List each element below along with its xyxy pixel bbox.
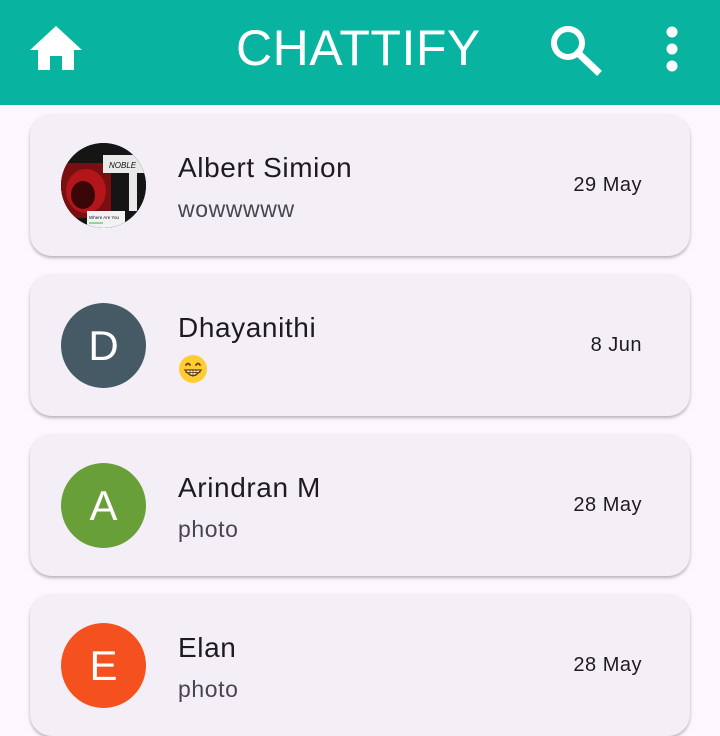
message-date: 28 May	[573, 494, 642, 516]
contact-name: Arindran M	[178, 472, 321, 503]
avatar-initial: E	[89, 641, 118, 689]
home-icon	[30, 26, 82, 70]
grinning-emoji-icon	[179, 355, 207, 383]
last-message: wowwwww	[178, 196, 295, 222]
avatar: D	[61, 303, 146, 388]
home-button[interactable]	[28, 22, 84, 74]
avatar-photo-text: NOBLE	[109, 161, 137, 170]
last-message: photo	[178, 516, 239, 542]
chat-list: NOBLE Where Are You Albert Simion wowwww…	[0, 105, 720, 736]
chat-item[interactable]: NOBLE Where Are You Albert Simion wowwww…	[30, 114, 690, 256]
chat-item[interactable]: E Elan photo 28 May	[30, 594, 690, 736]
chat-item[interactable]: D Dhayanithi 8 Jun	[30, 274, 690, 416]
avatar: A	[61, 463, 146, 548]
message-date: 8 Jun	[590, 334, 642, 356]
message-date: 29 May	[573, 174, 642, 196]
avatar: NOBLE Where Are You	[61, 143, 146, 228]
more-vert-icon	[666, 26, 678, 72]
contact-name: Albert Simion	[178, 152, 353, 183]
avatar-photo-caption: Where Are You	[89, 215, 120, 220]
search-icon	[551, 26, 602, 76]
message-date: 28 May	[573, 654, 642, 676]
chat-item[interactable]: A Arindran M photo 28 May	[30, 434, 690, 576]
last-message: photo	[178, 676, 239, 702]
contact-name: Dhayanithi	[178, 312, 317, 343]
more-options-button[interactable]	[657, 24, 687, 76]
app-title: CHATTIFY	[236, 20, 481, 76]
avatar-initial: D	[88, 321, 119, 369]
avatar: E	[61, 623, 146, 708]
avatar-initial: A	[89, 481, 118, 529]
avatar-photo: NOBLE Where Are You	[61, 143, 146, 228]
contact-name: Elan	[178, 632, 237, 663]
search-button[interactable]	[548, 24, 602, 76]
app-bar: CHATTIFY	[0, 0, 720, 105]
